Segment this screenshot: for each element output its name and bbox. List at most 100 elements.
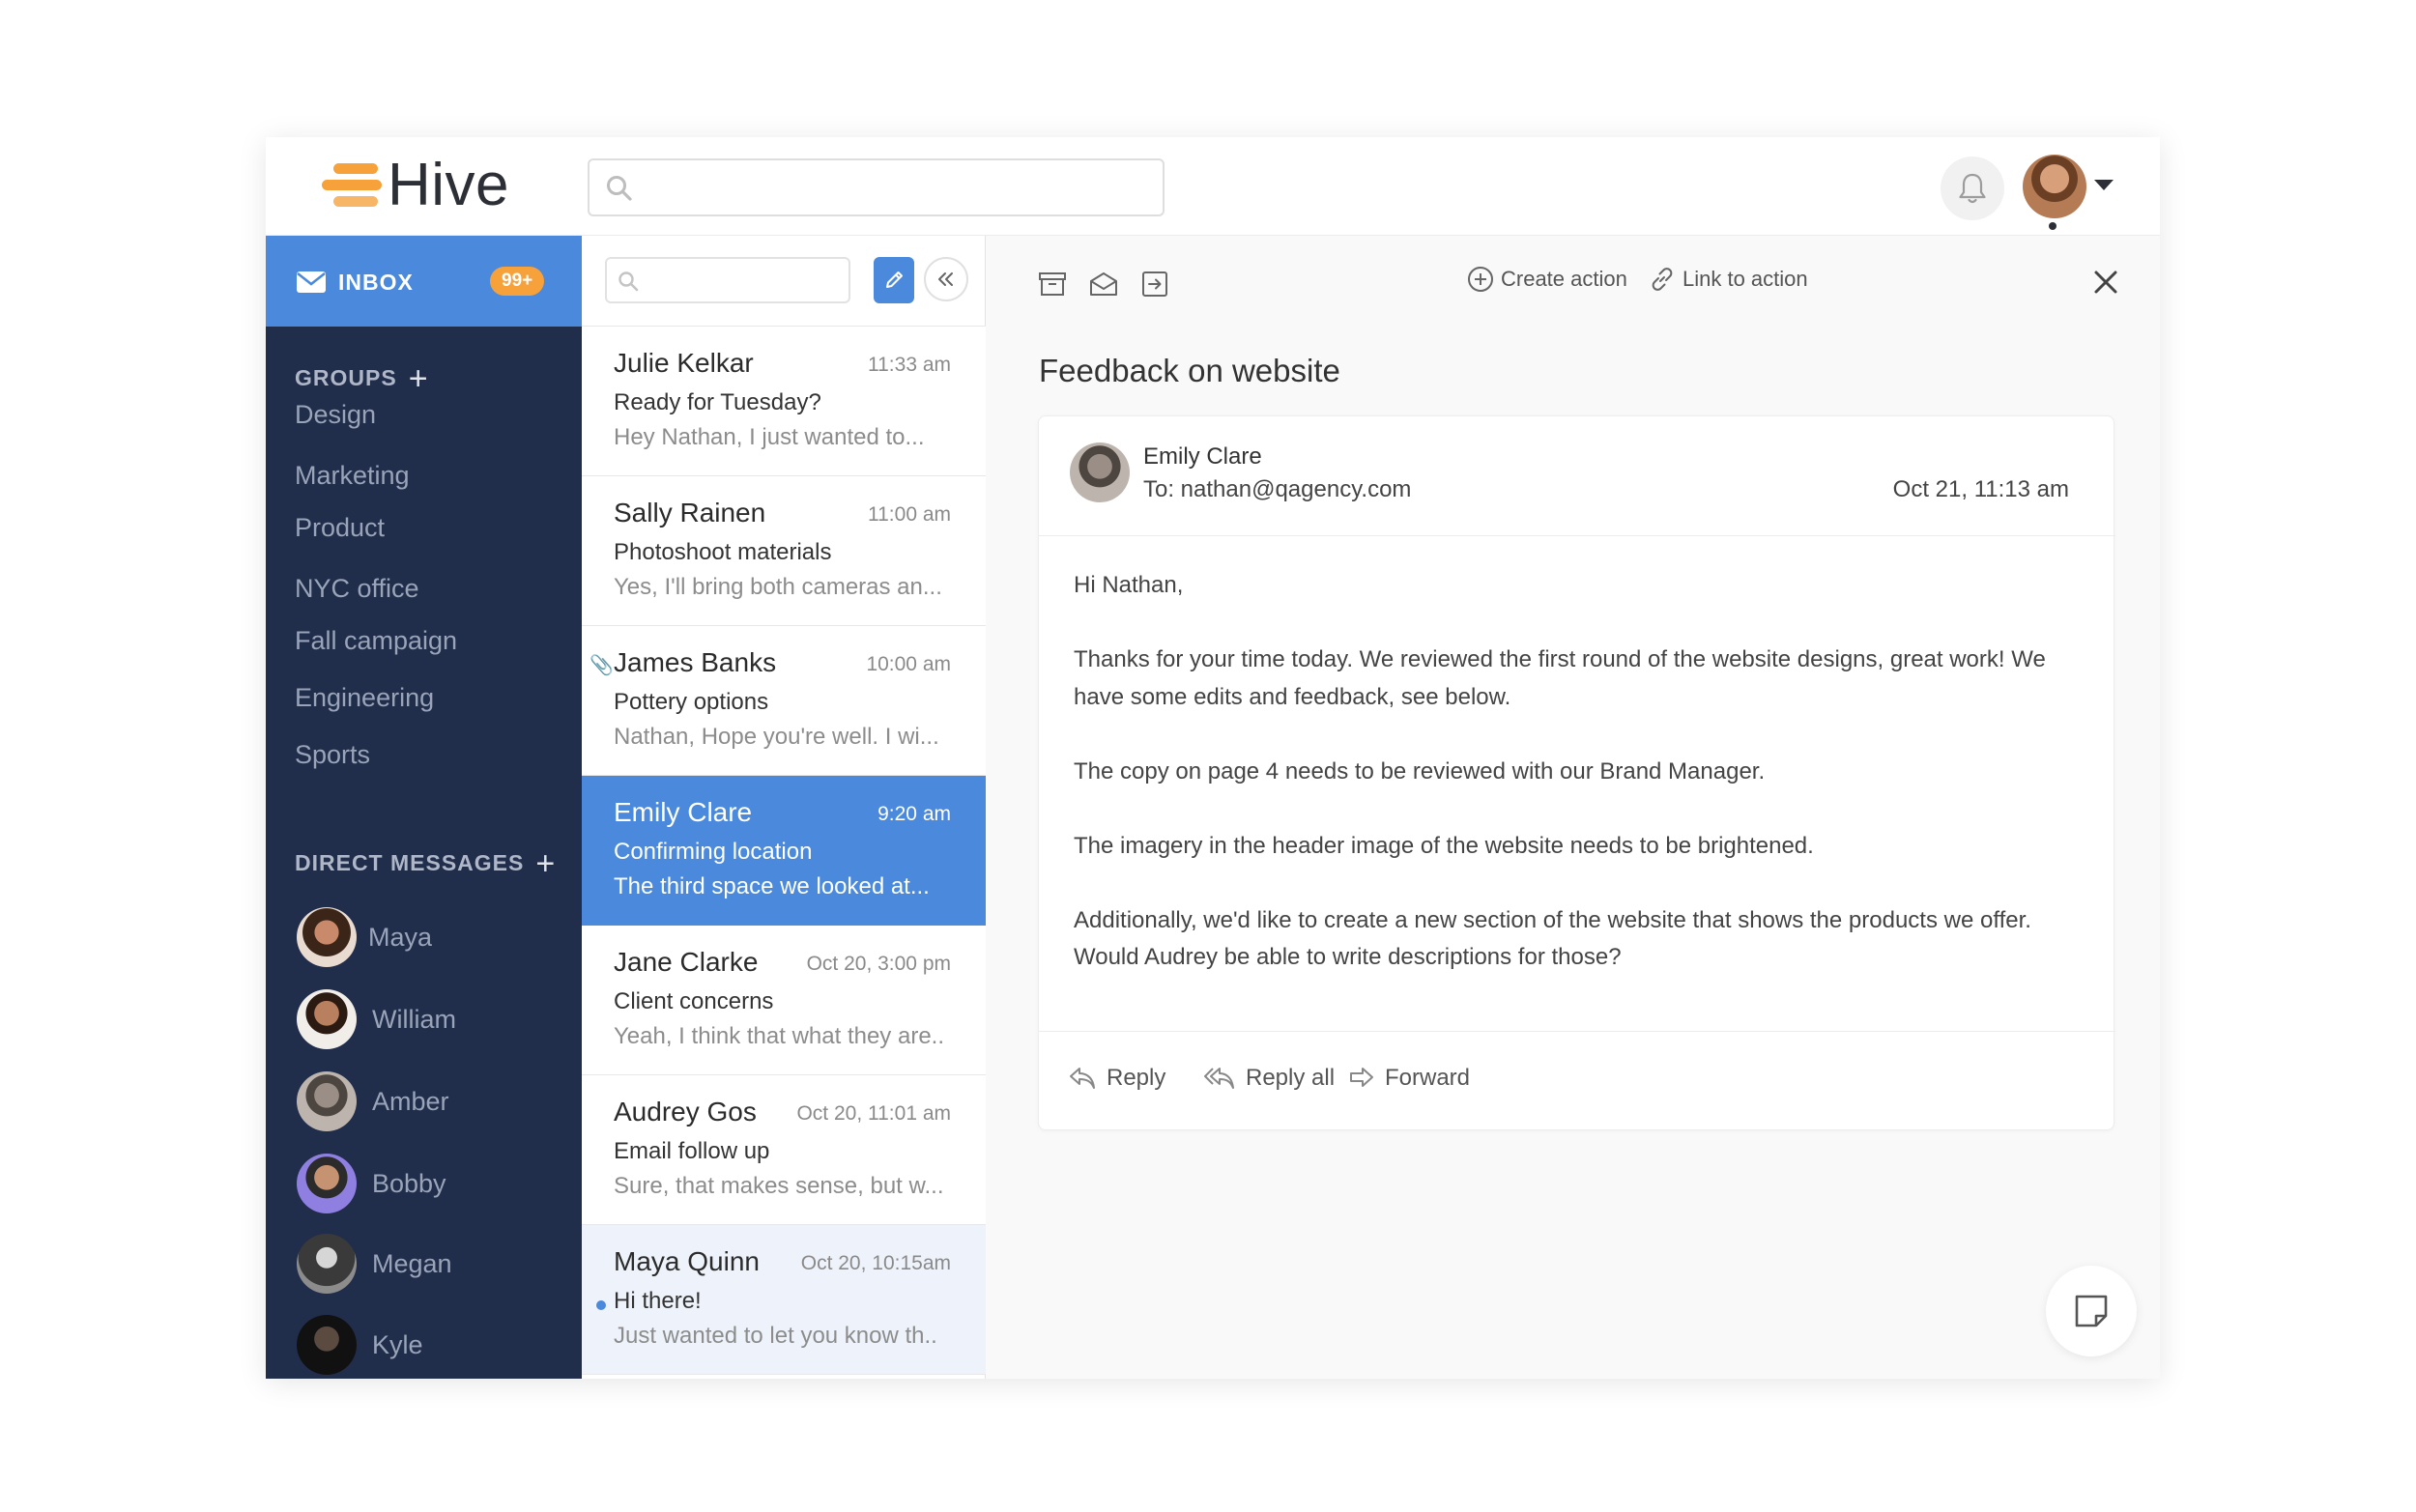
avatar — [297, 1234, 357, 1294]
compose-button[interactable] — [874, 257, 914, 303]
pencil-icon — [886, 271, 903, 288]
message-item-unread[interactable]: Maya Quinn Oct 20, 10:15am Hi there! Jus… — [582, 1225, 986, 1375]
chevron-down-icon[interactable] — [2094, 180, 2114, 190]
sidebar-item-engineering[interactable]: Engineering — [295, 683, 434, 713]
hive-logo[interactable]: Hive — [322, 156, 509, 215]
global-search[interactable] — [588, 158, 1165, 216]
recipient: To: nathan@qagency.com — [1143, 476, 1412, 502]
global-search-input[interactable] — [649, 170, 1142, 205]
open-envelope-icon — [1090, 272, 1117, 296]
link-to-action-label: Link to action — [1683, 267, 1808, 291]
message-subject: Hi there! — [614, 1288, 702, 1314]
sender-name: Emily Clare — [1143, 443, 1262, 470]
archive-button[interactable] — [1037, 269, 1068, 300]
create-action-label: Create action — [1501, 267, 1627, 291]
add-group-plus-icon[interactable]: + — [409, 362, 429, 395]
dm-item-maya[interactable]: Maya — [297, 907, 432, 967]
message-search-input[interactable] — [605, 257, 850, 303]
avatar — [297, 1154, 357, 1213]
dm-item-kyle[interactable]: Kyle — [297, 1315, 423, 1375]
dm-item-megan[interactable]: Megan — [297, 1234, 452, 1294]
message-sender: Emily Clare — [614, 797, 753, 827]
avatar — [297, 1315, 357, 1375]
message-sender: Maya Quinn — [614, 1246, 760, 1276]
email-paragraph: The copy on page 4 needs to be reviewed … — [1074, 757, 1766, 785]
sidebar-item-design[interactable]: Design — [295, 400, 376, 430]
reply-all-label: Reply all — [1246, 1065, 1336, 1091]
forward-button[interactable]: Forward — [1348, 1065, 1470, 1092]
groups-section-title: GROUPS + — [295, 362, 429, 395]
sidebar-item-marketing[interactable]: Marketing — [295, 461, 410, 491]
email-paragraph: Thanks for your time today. We reviewed … — [1074, 646, 2046, 710]
mark-read-button[interactable] — [1088, 269, 1119, 300]
message-item-selected[interactable]: Emily Clare 9:20 am Confirming location … — [582, 776, 986, 926]
message-preview: Yeah, I think that what they are.. — [614, 1023, 944, 1049]
email-header: Emily Clare To: nathan@qagency.com Oct 2… — [1039, 416, 2115, 536]
app-window: Hive INBOX 99+ GROUPS + Design Marketing… — [266, 137, 2160, 1379]
sidebar-item-fall-campaign[interactable]: Fall campaign — [295, 626, 457, 656]
message-time: Oct 20, 10:15am — [800, 1252, 951, 1274]
email-paragraph: The imagery in the header image of the w… — [1074, 832, 1814, 859]
message-item[interactable]: Audrey Gos Oct 20, 11:01 am Email follow… — [582, 1075, 986, 1225]
message-subject: Confirming location — [614, 839, 813, 865]
link-to-action-button[interactable]: Link to action — [1648, 265, 1808, 294]
plus-circle-icon — [1468, 267, 1493, 292]
reading-pane-toolbar: Create action Link to action — [986, 236, 2160, 327]
sidebar-item-nyc-office[interactable]: NYC office — [295, 574, 419, 604]
search-icon — [607, 176, 632, 201]
sidebar: INBOX 99+ GROUPS + Design Marketing Prod… — [266, 236, 582, 1379]
dm-name: Bobby — [372, 1168, 446, 1198]
dm-name: Amber — [372, 1086, 449, 1116]
close-button[interactable] — [2090, 267, 2121, 298]
dm-item-william[interactable]: William — [297, 989, 456, 1049]
message-preview: The third space we looked at... — [614, 873, 930, 899]
reply-all-icon — [1204, 1068, 1234, 1089]
forward-label: Forward — [1385, 1065, 1471, 1091]
add-direct-message-plus-icon[interactable]: + — [535, 847, 556, 880]
message-item[interactable]: Julie Kelkar 11:33 am Ready for Tuesday?… — [582, 327, 986, 476]
email-thread-title: Feedback on website — [1039, 353, 1340, 388]
message-time: 11:00 am — [868, 503, 951, 526]
dm-item-bobby[interactable]: Bobby — [297, 1154, 446, 1213]
move-to-icon — [1142, 271, 1167, 297]
double-chevron-left-icon — [938, 272, 953, 286]
message-preview: Just wanted to let you know th.. — [614, 1323, 937, 1349]
email-body: Hi Nathan, Thanks for your time today. W… — [1074, 567, 2079, 1013]
sidebar-item-inbox[interactable]: INBOX 99+ — [266, 236, 582, 327]
notes-button[interactable] — [2046, 1266, 2137, 1356]
reply-all-button[interactable]: Reply all — [1203, 1065, 1335, 1092]
unread-dot — [596, 1300, 606, 1310]
message-list: Julie Kelkar 11:33 am Ready for Tuesday?… — [582, 236, 986, 1379]
create-action-button[interactable]: Create action — [1466, 265, 1627, 294]
message-list-toolbar — [582, 236, 986, 327]
message-item[interactable]: Jane Clarke Oct 20, 3:00 pm Client conce… — [582, 926, 986, 1075]
email-actions: Reply Reply all Forward — [1039, 1031, 2115, 1131]
message-subject: Photoshoot materials — [614, 539, 832, 565]
email-paragraph: Additionally, we'd like to create a new … — [1074, 906, 2031, 971]
message-subject: Email follow up — [614, 1138, 770, 1164]
archive-icon — [1039, 272, 1066, 296]
user-avatar[interactable] — [2023, 155, 2086, 218]
reply-button[interactable]: Reply — [1068, 1065, 1165, 1092]
message-sender: Audrey Gos — [614, 1097, 757, 1127]
message-subject: Client concerns — [614, 988, 774, 1014]
dm-item-amber[interactable]: Amber — [297, 1071, 449, 1131]
groups-title: GROUPS — [295, 365, 397, 390]
avatar — [297, 907, 357, 967]
dm-name: Maya — [368, 922, 433, 952]
message-preview: Sure, that makes sense, but w... — [614, 1173, 944, 1199]
dm-name: Megan — [372, 1248, 452, 1278]
sidebar-item-product[interactable]: Product — [295, 513, 385, 543]
notifications-button[interactable] — [1941, 157, 2004, 220]
message-item[interactable]: 📎 James Banks 10:00 am Pottery options N… — [582, 626, 986, 776]
message-preview: Hey Nathan, I just wanted to... — [614, 424, 925, 450]
unread-count-badge: 99+ — [490, 267, 545, 296]
note-icon — [2075, 1295, 2108, 1327]
message-time: 11:33 am — [868, 354, 951, 376]
link-icon — [1652, 268, 1673, 291]
message-item[interactable]: Sally Rainen 11:00 am Photoshoot materia… — [582, 476, 986, 626]
email-greeting: Hi Nathan, — [1074, 572, 1184, 598]
collapse-list-button[interactable] — [924, 257, 968, 301]
move-button[interactable] — [1139, 269, 1170, 300]
sidebar-item-sports[interactable]: Sports — [295, 740, 370, 770]
